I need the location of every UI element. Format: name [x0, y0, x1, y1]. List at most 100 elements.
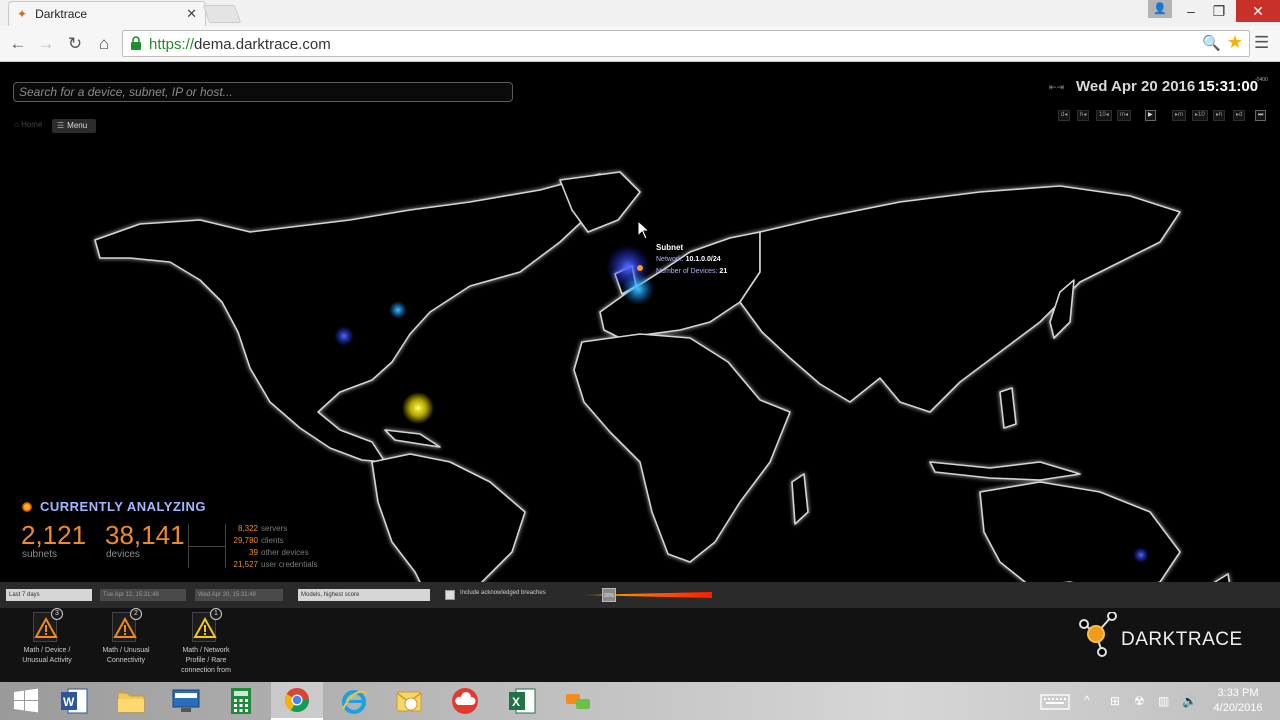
tooltip-network-label: Network: [656, 256, 684, 263]
subnet-marker-europe-cyan[interactable] [622, 273, 654, 305]
window-close-icon[interactable]: ✕ [1236, 0, 1280, 22]
breach-name: Math / Network Profile / Rare connection f… [181, 647, 231, 674]
devices-label: devices [106, 549, 140, 560]
africa-landmass [573, 333, 791, 563]
threshold-knob[interactable]: 20% [602, 588, 616, 602]
restore-icon[interactable]: ❐ [1204, 0, 1234, 22]
zoom-icon[interactable]: 🔍 [1202, 34, 1221, 52]
subnet-marker-europe-orange[interactable] [637, 265, 643, 271]
analyzing-heading: CURRENTLY ANALYZING [22, 499, 206, 514]
windows-taskbar: W X ^ ⊞ ☢ ▥ 🔊 3:33 PM 4/20/2016 [0, 682, 1280, 720]
indonesia-islands [929, 461, 1081, 481]
subnet-tooltip: Subnet Network: 10.1.0.0/24 Number of De… [656, 242, 766, 278]
clock-time: 3:33 PM [1217, 687, 1259, 699]
subnet-marker-yellow[interactable] [402, 392, 434, 424]
tab-title: Darktrace [35, 7, 88, 21]
include-acknowledged-checkbox[interactable] [445, 590, 455, 600]
tooltip-devices-value: 21 [719, 268, 728, 275]
subnets-count: 2,121 [21, 520, 87, 550]
time-back-min-button[interactable]: m◂ [1117, 110, 1132, 121]
chat-icon[interactable] [552, 682, 604, 720]
calculator-icon[interactable] [215, 682, 267, 720]
time-back-day-button[interactable]: d◂ [1058, 110, 1071, 121]
back-icon[interactable]: ← [6, 32, 30, 56]
darktrace-logo-text: DARKTRACE [1121, 629, 1243, 650]
excel-icon[interactable]: X [496, 682, 548, 720]
mouse-pointer-icon [637, 220, 651, 240]
timezone: -0400 [1255, 77, 1268, 83]
windows-flag-icon[interactable]: ⊞ [1110, 694, 1120, 708]
time-fwd-min-button[interactable]: ▸m [1172, 110, 1187, 121]
start-date-field[interactable]: Tue Apr 12, 15:31:48 [100, 589, 186, 601]
keyboard-icon[interactable] [1040, 694, 1070, 713]
breach-name: Math / Unusual Connectivity [102, 647, 150, 664]
browser-menu-icon[interactable]: ☰ [1254, 34, 1272, 52]
browser-titlebar: ✦ Darktrace ✕ 👤 – ❐ ✕ [0, 0, 1280, 26]
svg-text:W: W [63, 695, 75, 709]
breach-count-badge: 2 [130, 608, 142, 620]
threshold-slider[interactable]: 20% [578, 588, 712, 602]
cloud-icon[interactable] [439, 682, 491, 720]
breach-item[interactable]: 3 Math / Device / Unusual Activity [12, 608, 82, 666]
network-icon[interactable]: ☢ [1134, 694, 1145, 708]
australia-landmass [979, 481, 1181, 595]
threshold-track [578, 592, 712, 598]
include-acknowledged-label: Include acknowledged breaches [460, 590, 546, 596]
breakdown-row: 29,780 clients [233, 536, 284, 545]
sort-select[interactable]: Models, highest score [298, 589, 430, 601]
reload-icon[interactable]: ↻ [63, 32, 87, 56]
range-select[interactable]: Last 7 days [6, 589, 92, 601]
time-fwd-10min-button[interactable]: ▸10 [1192, 110, 1208, 121]
menu-button[interactable]: ☰ Menu [52, 119, 96, 133]
breakdown-row: 21,527 user credentials [233, 560, 318, 569]
browser-tab[interactable]: ✦ Darktrace ✕ [8, 1, 206, 26]
time-fwd-day-button[interactable]: ▸d [1233, 110, 1246, 121]
time-now-button[interactable]: ⏭ [1255, 110, 1267, 121]
search-input[interactable]: Search for a device, subnet, IP or host.… [13, 82, 513, 102]
caribbean-islands [384, 429, 441, 448]
tab-close-icon[interactable]: ✕ [186, 6, 197, 22]
breach-item[interactable]: 2 Math / Unusual Connectivity [91, 608, 161, 666]
bookmark-star-icon[interactable]: ★ [1227, 32, 1243, 53]
start-icon[interactable] [0, 682, 52, 720]
address-bar[interactable]: https://dema.darktrace.com 🔍 ★ [122, 30, 1250, 57]
user-profile-icon[interactable]: 👤 [1148, 0, 1172, 18]
north-america-landmass [94, 173, 601, 463]
home-icon[interactable]: ⌂ [92, 32, 116, 56]
minimize-icon[interactable]: – [1176, 0, 1206, 22]
forward-icon[interactable]: → [34, 32, 58, 56]
breach-item[interactable]: 1 Math / Network Profile / Rare connection… [171, 608, 241, 676]
clock-date: 4/20/2016 [1213, 702, 1263, 714]
time-back-10min-button[interactable]: 10◂ [1096, 110, 1112, 121]
taskbar-clock[interactable]: 3:33 PM 4/20/2016 [1208, 686, 1268, 716]
philippines-islands [999, 387, 1017, 429]
timeline-toggle-icon[interactable]: ⇤⇥ [1049, 82, 1064, 93]
word-icon[interactable]: W [48, 682, 100, 720]
lenovo-icon[interactable] [160, 682, 212, 720]
ie-icon[interactable] [328, 682, 380, 720]
analyzing-indicator-icon [22, 501, 32, 512]
time-play-button[interactable]: ▶ [1145, 110, 1156, 121]
breakdown-row: 8,322 servers [237, 524, 288, 533]
filter-bar: Last 7 days Tue Apr 12, 15:31:48 Wed Apr… [0, 582, 1280, 608]
time-fwd-hour-button[interactable]: ▸h [1213, 110, 1226, 121]
svg-text:X: X [512, 695, 520, 709]
breach-name: Math / Device / Unusual Activity [22, 647, 72, 664]
battery-icon[interactable]: ▥ [1158, 694, 1169, 708]
tooltip-title: Subnet [656, 243, 684, 252]
outlook-icon[interactable] [383, 682, 435, 720]
asia-landmass [739, 185, 1181, 413]
end-date-field[interactable]: Wed Apr 20, 15:31:48 [195, 589, 283, 601]
time-back-hour-button[interactable]: h◂ [1077, 110, 1090, 121]
new-tab-button[interactable] [202, 5, 242, 23]
chrome-icon[interactable] [271, 682, 323, 720]
subnet-marker-australia[interactable] [1133, 547, 1149, 563]
tray-expand-icon[interactable]: ^ [1084, 693, 1090, 707]
file-explorer-icon[interactable] [105, 682, 157, 720]
subnets-label: subnets [22, 549, 58, 560]
subnet-marker-blue-na[interactable] [334, 326, 354, 346]
tooltip-network-value: 10.1.0.0/24 [685, 256, 721, 263]
home-button[interactable]: ⌂ Home [14, 120, 42, 129]
subnet-marker-cyan-na[interactable] [389, 301, 407, 319]
volume-icon[interactable]: 🔊 [1182, 694, 1197, 708]
